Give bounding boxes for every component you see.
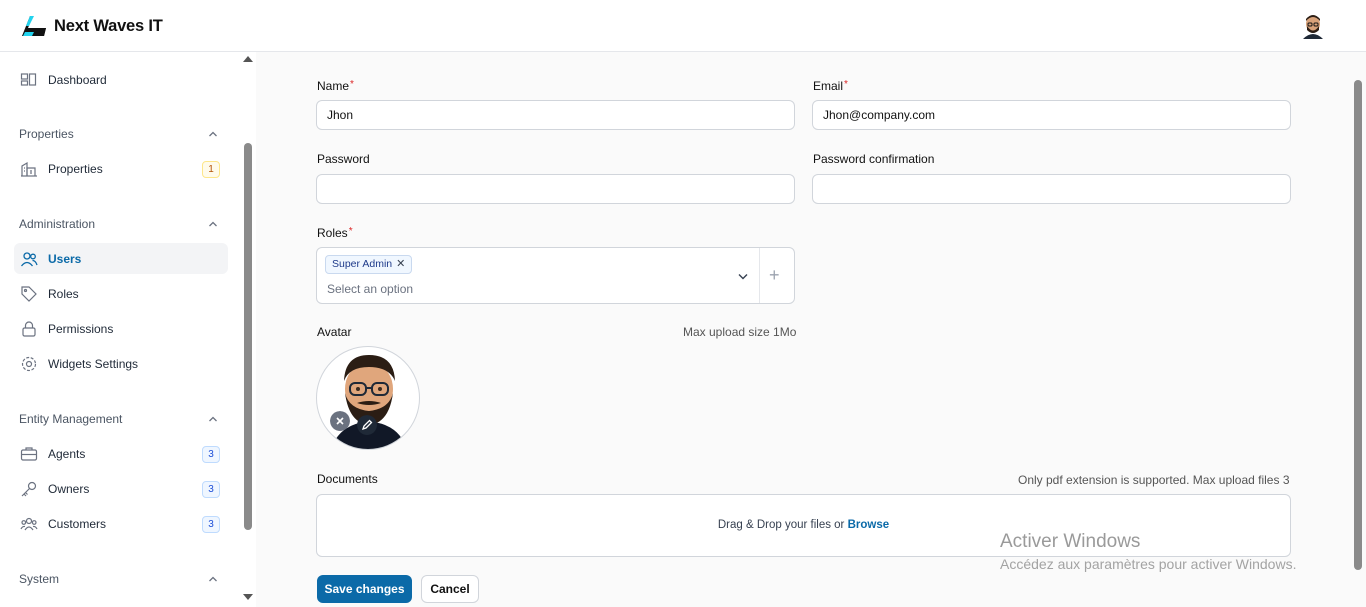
count-badge: 3 [202, 481, 220, 498]
add-role-button[interactable]: + [769, 265, 780, 286]
dashboard-icon [20, 73, 37, 86]
role-tag-super-admin: Super Admin ✕ [325, 255, 413, 274]
browse-link[interactable]: Browse [848, 519, 890, 531]
user-group-icon [20, 517, 38, 531]
chevron-up-icon[interactable] [207, 218, 219, 230]
roles-select[interactable]: Super Admin ✕ Select an option + [316, 247, 795, 304]
key-icon [21, 481, 37, 497]
chevron-down-icon[interactable] [737, 270, 749, 282]
required-marker: * [350, 79, 354, 90]
divider [759, 248, 760, 303]
tag-icon [21, 286, 37, 302]
group-label-properties: Properties [19, 127, 74, 141]
sidebar-item-roles[interactable]: Roles [14, 278, 228, 309]
logo-icon [22, 16, 46, 36]
sidebar-item-users[interactable]: Users [14, 243, 228, 274]
avatar-hint: Max upload size 1Mo [683, 325, 797, 339]
sidebar-item-label: Agents [48, 447, 86, 461]
email-label: Email* [813, 79, 848, 93]
avatar-label: Avatar [317, 325, 352, 339]
user-avatar[interactable] [1301, 13, 1325, 39]
sidebar-item-label: Users [48, 252, 82, 266]
top-bar: Next Waves IT [0, 0, 1366, 52]
briefcase-icon [20, 447, 38, 461]
name-label: Name* [317, 79, 354, 93]
documents-dropzone[interactable]: Drag & Drop your files or Browse [316, 494, 1291, 557]
main-scrollbar-thumb[interactable] [1354, 80, 1362, 570]
password-label: Password [317, 152, 370, 166]
group-label-system: System [19, 572, 60, 586]
count-badge: 3 [202, 516, 220, 533]
sidebar-item-label: Owners [48, 482, 90, 496]
brand-name: Next Waves IT [54, 17, 163, 35]
group-label-administration: Administration [19, 217, 96, 231]
dropzone-text: Drag & Drop your files or Browse [717, 519, 890, 531]
remove-tag-icon[interactable]: ✕ [396, 258, 405, 270]
chevron-up-icon[interactable] [207, 573, 219, 585]
activation-watermark-subtitle: Accédez aux paramètres pour activer Wind… [1000, 556, 1297, 572]
users-icon [20, 252, 38, 267]
sidebar-item-widgets-settings[interactable]: Widgets Settings [14, 348, 228, 379]
sidebar-item-label: Properties [48, 162, 103, 176]
sidebar: Dashboard Properties Properties 1 Admini… [0, 52, 240, 607]
count-badge: 3 [202, 446, 220, 463]
sidebar-item-label: Customers [48, 517, 107, 531]
avatar-upload[interactable] [316, 346, 420, 450]
required-marker: * [844, 79, 848, 90]
scroll-up-arrow-icon[interactable] [243, 56, 253, 62]
lock-icon [22, 321, 36, 337]
email-input[interactable] [812, 100, 1291, 130]
activation-watermark-title: Activer Windows [1000, 531, 1141, 552]
sidebar-item-owners[interactable]: Owners 3 [14, 473, 228, 504]
password-confirmation-input[interactable] [812, 174, 1291, 204]
edit-avatar-icon[interactable] [357, 415, 377, 435]
password-confirmation-label: Password confirmation [813, 152, 935, 166]
cancel-button[interactable]: Cancel [421, 575, 479, 603]
name-input[interactable] [316, 100, 795, 130]
chevron-up-icon[interactable] [207, 128, 219, 140]
scroll-down-arrow-icon[interactable] [243, 594, 253, 600]
sidebar-item-customers[interactable]: Customers 3 [14, 508, 228, 539]
documents-label: Documents [317, 472, 378, 486]
roles-label: Roles* [317, 226, 353, 240]
sidebar-item-label: Roles [48, 287, 79, 301]
sidebar-item-dashboard[interactable]: Dashboard [14, 64, 228, 95]
documents-hint: Only pdf extension is supported. Max upl… [1018, 473, 1290, 487]
sidebar-scrollbar-thumb[interactable] [244, 143, 252, 530]
sidebar-item-label: Permissions [48, 322, 114, 336]
remove-avatar-icon[interactable] [330, 411, 350, 431]
sidebar-item-agents[interactable]: Agents 3 [14, 438, 228, 469]
roles-placeholder: Select an option [327, 282, 414, 296]
chevron-up-icon[interactable] [207, 413, 219, 425]
building-icon [21, 161, 37, 177]
sidebar-item-label: Dashboard [48, 73, 107, 87]
sidebar-item-properties[interactable]: Properties 1 [14, 153, 228, 184]
group-label-entity-management: Entity Management [19, 412, 123, 426]
required-marker: * [348, 226, 353, 237]
save-changes-button[interactable]: Save changes [317, 575, 412, 603]
gear-icon [21, 356, 37, 372]
sidebar-item-label: Widgets Settings [48, 357, 139, 371]
count-badge: 1 [202, 161, 220, 178]
password-input[interactable] [316, 174, 795, 204]
sidebar-item-permissions[interactable]: Permissions [14, 313, 228, 344]
